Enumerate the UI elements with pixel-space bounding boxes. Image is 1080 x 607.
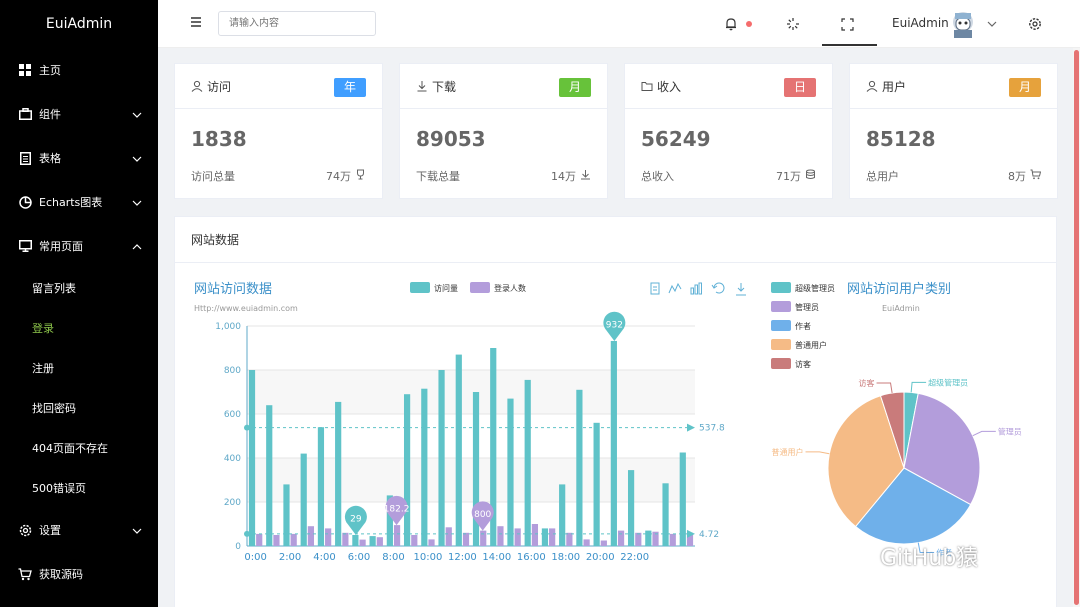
card-title: 收入 xyxy=(657,79,682,94)
stat-card-visits: 访问 年 1838 访问总量 74万 xyxy=(174,63,383,199)
sidebar-item-label: 获取源码 xyxy=(39,568,83,581)
vertical-scrollbar[interactable] xyxy=(1073,48,1080,607)
sidebar-item-tables[interactable]: 表格 xyxy=(0,136,158,180)
chevron-down-icon[interactable] xyxy=(984,16,1000,32)
sidebar-item-label: 设置 xyxy=(39,524,61,537)
sidebar-item-label: 表格 xyxy=(39,152,61,165)
card-total: 14万 xyxy=(551,168,591,184)
notification-dot xyxy=(746,21,752,27)
sidebar-item-echarts[interactable]: Echarts图表 xyxy=(0,180,158,224)
card-subtitle: 总用户 xyxy=(866,170,899,183)
card-value: 85128 xyxy=(866,127,936,151)
sidebar-subitem-register[interactable]: 注册 xyxy=(0,348,158,388)
chevron-down-icon xyxy=(132,152,142,165)
active-tab-indicator xyxy=(822,44,877,46)
sidebar-item-label: 常用页面 xyxy=(39,240,83,253)
sidebar-subitem-500[interactable]: 500错误页 xyxy=(0,468,158,508)
chevron-down-icon xyxy=(132,108,142,121)
sidebar-subitem-forgot-password[interactable]: 找回密码 xyxy=(0,388,158,428)
bell-icon[interactable] xyxy=(723,16,739,32)
briefcase-icon xyxy=(18,107,32,121)
sidebar-item-label: 组件 xyxy=(39,108,61,121)
sidebar-item-get-source[interactable]: 获取源码 xyxy=(0,552,158,596)
scrollbar-thumb[interactable] xyxy=(1074,50,1079,605)
sidebar-item-home[interactable]: 主页 xyxy=(0,48,158,92)
sidebar-subitem-message-list[interactable]: 留言列表 xyxy=(0,268,158,308)
folder-icon xyxy=(641,80,653,92)
card-total-value: 71万 xyxy=(776,170,801,183)
menu-toggle-icon[interactable] xyxy=(190,16,204,30)
chevron-down-icon xyxy=(132,196,142,209)
card-subtitle: 下载总量 xyxy=(416,170,460,183)
card-value: 56249 xyxy=(641,127,711,151)
card-total-value: 74万 xyxy=(326,170,351,183)
panel-title: 网站数据 xyxy=(175,217,1056,263)
fullscreen-icon[interactable] xyxy=(839,16,855,32)
cart-icon xyxy=(1030,169,1042,183)
sidebar-item-components[interactable]: 组件 xyxy=(0,92,158,136)
sidebar-subitem-404[interactable]: 404页面不存在 xyxy=(0,428,158,468)
stat-card-downloads: 下载 月 89053 下载总量 14万 xyxy=(399,63,608,199)
sidebar-item-common-pages[interactable]: 常用页面 xyxy=(0,224,158,268)
cart-icon xyxy=(18,567,32,581)
card-title: 用户 xyxy=(882,79,907,94)
sidebar-subitem-login[interactable]: 登录 xyxy=(0,308,158,348)
chevron-down-icon xyxy=(132,524,142,537)
card-value: 89053 xyxy=(416,127,486,151)
card-total-value: 14万 xyxy=(551,170,576,183)
username[interactable]: EuiAdmin xyxy=(892,16,949,30)
coins-icon xyxy=(805,169,816,183)
card-total: 8万 xyxy=(1008,168,1042,184)
watermark-text: GitHub猿 xyxy=(880,546,979,571)
stat-card-users: 用户 月 85128 总用户 8万 xyxy=(849,63,1058,199)
card-subtitle: 总收入 xyxy=(641,170,674,183)
period-badge: 日 xyxy=(784,78,816,97)
monitor-icon xyxy=(18,239,32,253)
card-total: 74万 xyxy=(326,168,366,184)
card-total: 71万 xyxy=(776,168,816,184)
user-icon xyxy=(191,80,203,92)
top-header: EuiAdmin xyxy=(158,0,1080,48)
user-icon xyxy=(866,80,878,92)
card-title: 下载 xyxy=(432,79,457,94)
period-badge: 月 xyxy=(1009,78,1041,97)
download-icon xyxy=(580,169,591,183)
pie-chart-icon xyxy=(18,195,32,209)
card-subtitle: 访问总量 xyxy=(191,170,235,183)
grid-icon xyxy=(18,63,32,77)
gear-icon[interactable] xyxy=(1027,16,1043,32)
card-total-value: 8万 xyxy=(1008,170,1026,183)
download-icon xyxy=(416,80,428,92)
brand-logo[interactable]: EuiAdmin xyxy=(0,0,158,48)
sidebar-item-label: 主页 xyxy=(39,64,61,77)
theme-icon[interactable] xyxy=(785,16,801,32)
sidebar: EuiAdmin 主页 组件 表格 Echarts图表 常用页面 留言列表 登录… xyxy=(0,0,158,607)
chevron-up-icon xyxy=(132,240,142,253)
trophy-icon xyxy=(355,169,366,183)
stat-card-income: 收入 日 56249 总收入 71万 xyxy=(624,63,833,199)
card-title: 访问 xyxy=(207,79,232,94)
sidebar-item-settings[interactable]: 设置 xyxy=(0,508,158,552)
period-badge: 月 xyxy=(559,78,591,97)
gear-icon xyxy=(18,523,32,537)
card-value: 1838 xyxy=(191,127,247,151)
sidebar-item-label: Echarts图表 xyxy=(39,196,103,209)
period-badge: 年 xyxy=(334,78,366,97)
search-input[interactable] xyxy=(218,11,376,36)
document-icon xyxy=(18,151,32,165)
avatar[interactable] xyxy=(950,10,976,38)
